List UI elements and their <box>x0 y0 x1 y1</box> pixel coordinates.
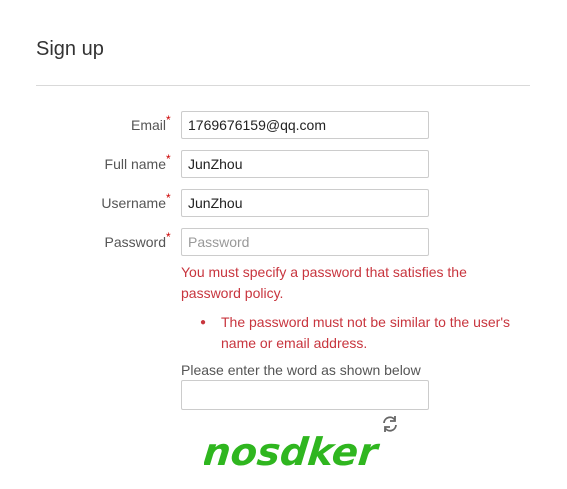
divider <box>36 85 530 86</box>
captcha-label: Please enter the word as shown below <box>181 362 421 378</box>
username-label: Username <box>101 195 166 211</box>
required-marker: * <box>166 230 171 244</box>
email-label: Email <box>130 117 166 133</box>
username-field[interactable] <box>181 189 429 217</box>
captcha-input[interactable] <box>181 380 429 410</box>
required-marker: * <box>166 152 171 166</box>
fullname-label: Full name <box>104 156 166 172</box>
error-item-text: The password must not be similar to the … <box>221 314 511 351</box>
fullname-field[interactable] <box>181 150 429 178</box>
email-field[interactable] <box>181 111 429 139</box>
password-error-message: You must specify a password that satisfi… <box>181 264 467 301</box>
captcha-word: nosdker <box>204 430 382 474</box>
list-item: ● The password must not be similar to th… <box>200 312 520 354</box>
required-marker: * <box>166 113 171 127</box>
captcha-image: nosdker <box>204 430 382 474</box>
password-field[interactable] <box>181 228 429 256</box>
bullet-icon: ● <box>200 317 207 328</box>
page-title: Sign up <box>36 38 104 60</box>
password-error-list: ● The password must not be similar to th… <box>200 312 520 354</box>
password-label: Password <box>104 234 166 250</box>
required-marker: * <box>166 191 171 205</box>
